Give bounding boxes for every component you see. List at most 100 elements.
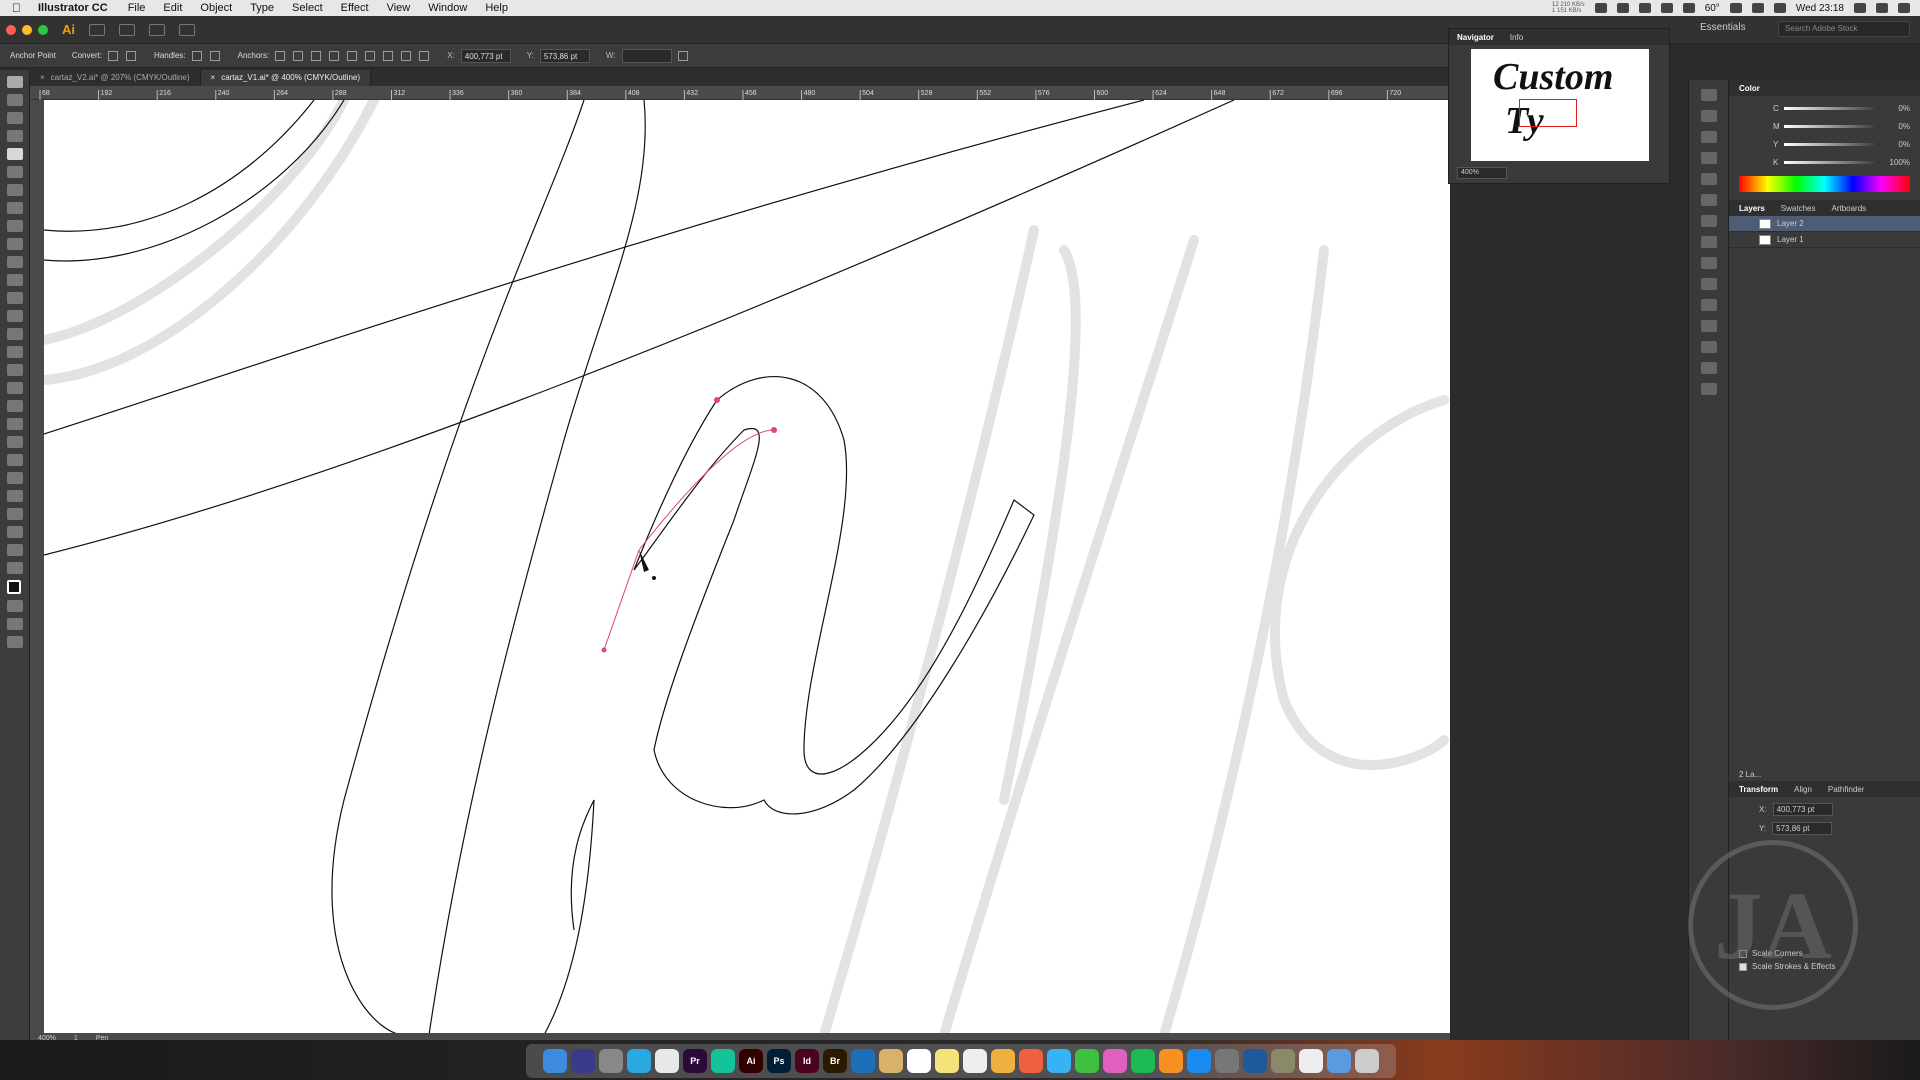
transform-x-field[interactable]: 400,773 pt [1772,803,1833,816]
notification-center-icon[interactable] [1898,3,1910,13]
black-row[interactable]: K 100% [1773,156,1910,168]
navigator-icon[interactable] [1700,110,1717,122]
screen-mode-icon[interactable] [7,636,23,648]
links-icon[interactable] [1700,383,1717,395]
record-icon[interactable] [1594,3,1607,13]
align-top-icon[interactable] [383,50,394,61]
facetime-icon[interactable] [1075,1049,1099,1073]
yellow-value[interactable]: 0 [1890,140,1902,149]
libraries-icon[interactable] [1700,89,1717,101]
stroke-icon[interactable] [1700,173,1717,185]
appearance-icon[interactable] [1700,236,1717,248]
convert-smooth-icon[interactable] [126,50,137,61]
vertical-ruler[interactable] [30,100,44,1040]
graph-tool-icon[interactable] [7,490,23,502]
zoom-window-button[interactable] [38,24,48,35]
slice-tool-icon[interactable] [7,526,23,538]
magenta-row[interactable]: M 0% [1773,120,1910,132]
perspective-grid-tool-icon[interactable] [7,382,23,394]
close-tab-icon[interactable]: × [40,73,45,82]
mesh-tool-icon[interactable] [7,400,23,412]
wifi-icon[interactable] [1773,3,1786,13]
tab-cartaz-v2[interactable]: × cartaz_V2.ai* @ 207% (CMYK/Outline) [30,70,201,86]
tab-align[interactable]: Align [1794,785,1812,794]
layer-row[interactable]: Layer 2 [1729,216,1920,232]
layer-name[interactable]: Layer 1 [1777,235,1804,244]
doc-icon[interactable] [1299,1049,1323,1073]
gpu-performance-button[interactable] [179,23,195,36]
indesign-icon[interactable]: Id [795,1049,819,1073]
rotate-tool-icon[interactable] [7,292,23,304]
menu-view[interactable]: View [387,2,411,14]
temperature[interactable]: 60° [1705,3,1720,14]
gradient-icon[interactable] [1700,194,1717,206]
type-tool-icon[interactable] [7,184,23,196]
align-bottom-icon[interactable] [419,50,430,61]
photoshop-icon[interactable]: Ps [767,1049,791,1073]
isolate-icon[interactable] [677,50,688,61]
launchpad-icon[interactable] [599,1049,623,1073]
tab-cartaz-v1[interactable]: × cartaz_V1.ai* @ 400% (CMYK/Outline) [200,70,372,86]
remove-anchor-icon[interactable] [275,50,286,61]
opentype-icon[interactable] [1700,341,1717,353]
arrange-documents-button[interactable] [149,23,165,36]
messages-icon[interactable] [1047,1049,1071,1073]
tab-layers[interactable]: Layers [1739,204,1765,213]
width-field[interactable] [621,48,672,63]
illustrator-icon[interactable]: Ai [739,1049,763,1073]
show-handles-icon[interactable] [191,50,202,61]
graphic-styles-icon[interactable] [1700,257,1717,269]
symbols-icon[interactable] [1700,152,1717,164]
bridge-button[interactable] [89,23,105,36]
transparency-icon[interactable] [1700,215,1717,227]
layer-name[interactable]: Layer 2 [1777,219,1804,228]
close-tab-icon[interactable]: × [211,73,216,82]
export-icon[interactable] [1700,278,1717,290]
battery-icon[interactable] [1751,3,1764,13]
calendar-icon[interactable] [907,1049,931,1073]
rectangle-tool-icon[interactable] [7,220,23,232]
lasso-tool-icon[interactable] [7,130,23,142]
cyan-slider[interactable] [1784,106,1880,110]
selection-tool-icon[interactable] [7,76,23,88]
align-middle-icon[interactable] [401,50,412,61]
fill-swatch[interactable] [7,580,21,594]
connect-anchor-icon[interactable] [293,50,304,61]
menu-object[interactable]: Object [200,2,232,14]
screen-icon[interactable] [1327,1049,1351,1073]
drawing-mode-icon[interactable] [7,618,23,630]
character-icon[interactable] [1700,299,1717,311]
stock-search-input[interactable]: Search Adobe Stock [1778,21,1910,37]
appstore-icon[interactable] [1187,1049,1211,1073]
finder-icon[interactable] [543,1049,567,1073]
line-tool-icon[interactable] [7,202,23,214]
tab-swatches[interactable]: Swatches [1781,204,1816,213]
hand-tool-icon[interactable] [7,544,23,556]
artboard-canvas[interactable] [44,100,1450,1035]
magenta-slider[interactable] [1784,124,1880,128]
black-value[interactable]: 100 [1890,158,1903,167]
width-tool-icon[interactable] [7,328,23,340]
creative-cloud-icon[interactable] [1616,3,1629,13]
navigator-preview[interactable]: Custom Ty [1471,49,1649,161]
airplay-icon[interactable] [1729,3,1742,13]
books-icon[interactable] [1159,1049,1183,1073]
spotlight-icon[interactable] [1854,3,1866,13]
curvature-tool-icon[interactable] [7,166,23,178]
align-left-icon[interactable] [329,50,340,61]
gradient-tool-icon[interactable] [7,418,23,430]
magic-wand-tool-icon[interactable] [7,112,23,124]
automator-icon[interactable] [1271,1049,1295,1073]
magenta-value[interactable]: 0 [1890,122,1902,131]
pen-tool-icon[interactable] [7,148,23,160]
brushes-icon[interactable] [1700,131,1717,143]
stock-button[interactable] [119,23,135,36]
blend-tool-icon[interactable] [7,454,23,466]
premiere-icon[interactable]: Pr [683,1049,707,1073]
view-box[interactable] [1519,99,1577,127]
black-slider[interactable] [1784,160,1880,164]
align-center-icon[interactable] [347,50,358,61]
align-right-icon[interactable] [365,50,376,61]
bridge-icon[interactable]: Br [823,1049,847,1073]
transform-y-field[interactable]: 573,86 pt [1772,822,1833,835]
